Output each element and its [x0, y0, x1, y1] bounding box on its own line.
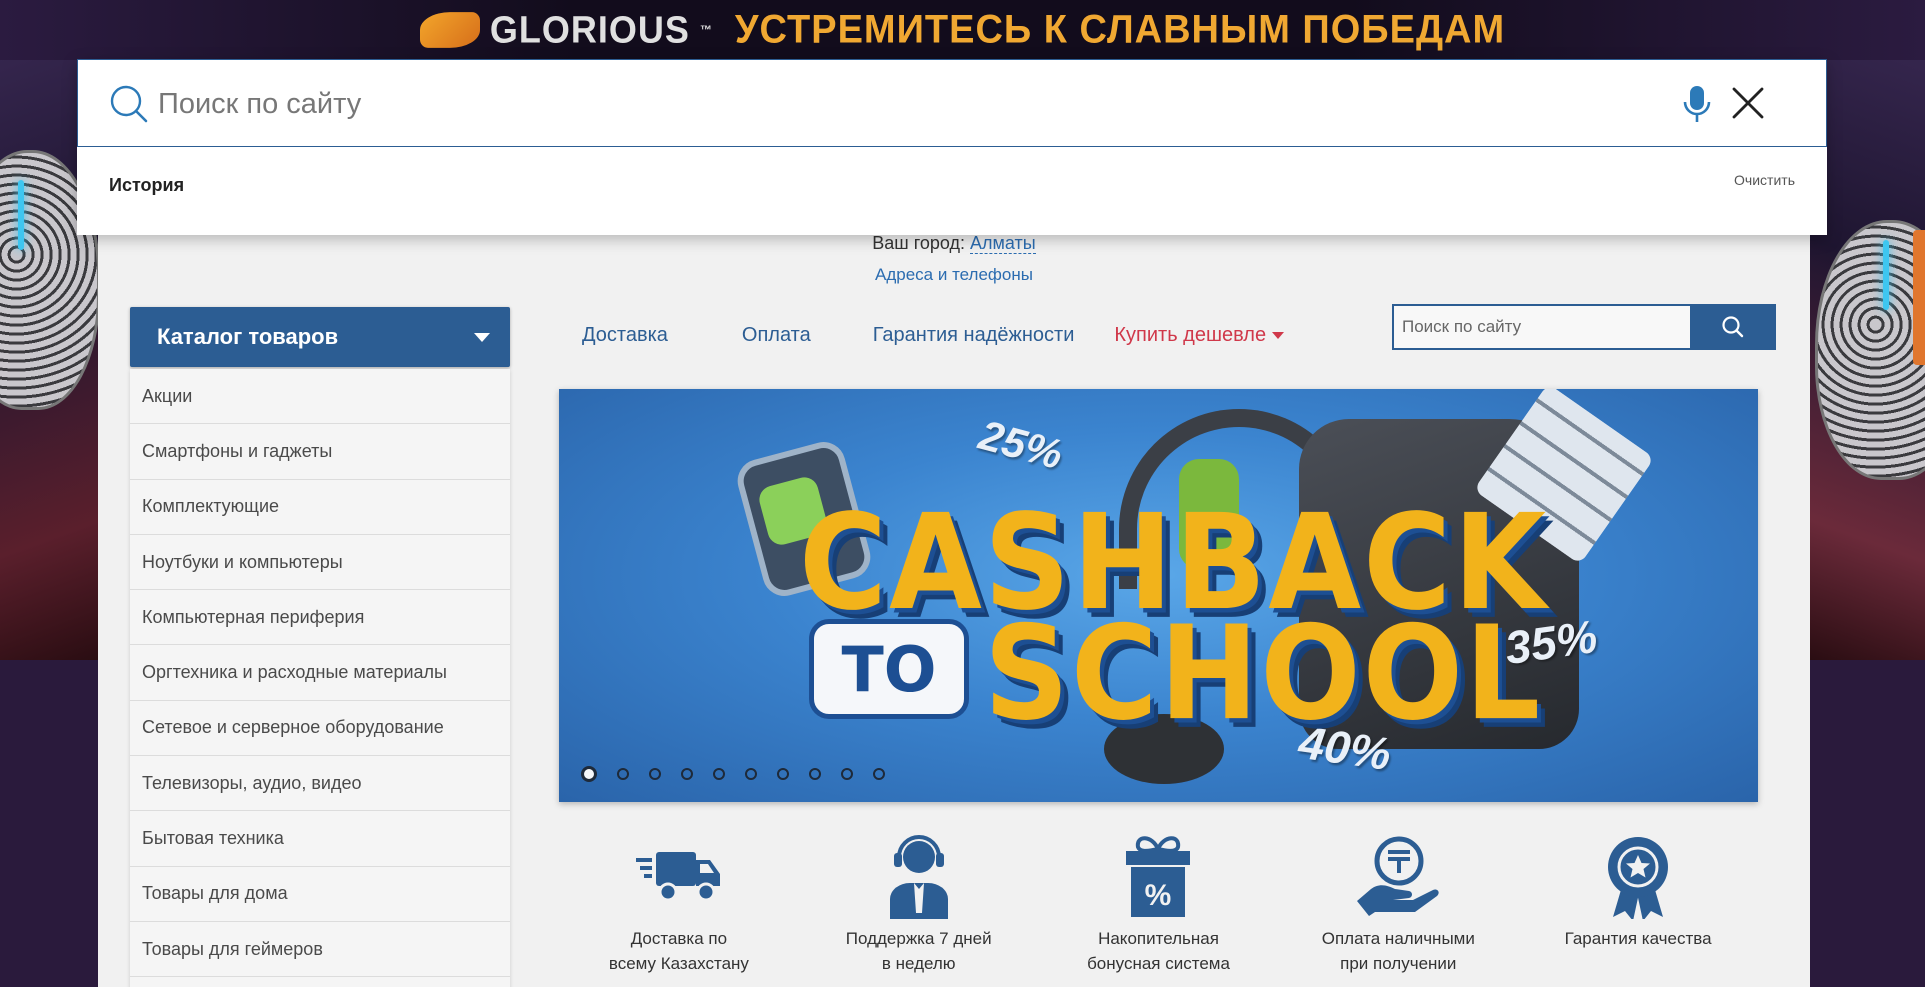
feature-label: Оплата наличными при получении [1321, 929, 1475, 973]
lion-logo-icon [419, 12, 480, 48]
feature-bonus: % Накопительная бонусная система [1039, 830, 1279, 987]
gaming-mouse-image [1815, 220, 1925, 480]
hero-slider[interactable]: 25% 35% 40% CASHBACK TO SCHOOL [559, 389, 1758, 802]
slider-dot[interactable] [873, 768, 885, 780]
catalog-item[interactable]: Товары для дома [130, 867, 510, 922]
slider-dot[interactable] [841, 768, 853, 780]
history-heading: История [109, 175, 185, 195]
addresses-link[interactable]: Адреса и телефоны [98, 265, 1810, 285]
brand-name: GLORIOUS [489, 7, 690, 51]
catalog-item[interactable]: Бытовая техника [130, 811, 510, 867]
catalog-item[interactable]: Товары для геймеров [130, 922, 510, 978]
hero-headline-to: TO [809, 619, 969, 719]
support-agent-icon [889, 835, 948, 919]
slider-dot[interactable] [649, 768, 661, 780]
catalog-item[interactable]: Оргтехника и расходные материалы [130, 645, 510, 701]
trademark: ™ [699, 22, 713, 38]
clear-history-link[interactable]: Очистить [1734, 172, 1795, 188]
search-icon [1722, 316, 1744, 338]
slider-dot[interactable] [617, 768, 629, 780]
quality-badge-icon [1608, 837, 1669, 919]
catalog-button[interactable]: Каталог товаров [130, 307, 510, 367]
header-search [1392, 304, 1776, 350]
slider-dot[interactable] [581, 766, 597, 782]
catalog-button-label: Каталог товаров [157, 324, 339, 349]
nav-buy-cheaper[interactable]: Купить дешевле [1114, 324, 1285, 347]
truck-icon [635, 852, 720, 902]
close-icon[interactable] [1731, 86, 1765, 120]
catalog-item[interactable]: Акции [130, 369, 510, 425]
feature-cash: Оплата наличными при получении [1278, 830, 1518, 987]
catalog-item[interactable]: Ноутбуки и компьютеры [130, 535, 510, 591]
side-tab[interactable] [1913, 230, 1925, 365]
feature-label: Доставка по всему Казахстану [608, 929, 749, 973]
catalog-item[interactable]: Комплектующие [130, 480, 510, 535]
header-search-input[interactable] [1392, 304, 1690, 350]
main-nav: Доставка Оплата Гарантия надёжности Купи… [582, 324, 1285, 347]
feature-quality: Гарантия качества [1518, 830, 1758, 987]
nav-payment[interactable]: Оплата [742, 324, 811, 347]
chevron-down-icon [474, 333, 490, 342]
microphone-icon[interactable] [1682, 84, 1712, 124]
slider-dot[interactable] [777, 768, 789, 780]
hero-headline-school: SCHOOL [984, 597, 1543, 749]
feature-label: Гарантия качества [1564, 929, 1712, 948]
nav-delivery[interactable]: Доставка [582, 324, 668, 347]
city-prefix: Ваш город: [872, 233, 966, 253]
slider-dot[interactable] [745, 768, 757, 780]
promo-slogan: УСТРЕМИТЕСЬ К СЛАВНЫМ ПОБЕДАМ [734, 7, 1506, 52]
slider-dot[interactable] [681, 768, 693, 780]
caret-down-icon [1272, 332, 1285, 339]
feature-delivery: Доставка по всему Казахстану [559, 830, 799, 987]
search-overlay: История Очистить [77, 59, 1827, 235]
search-bar [77, 59, 1827, 147]
promo-banner[interactable]: GLORIOUS ™ УСТРЕМИТЕСЬ К СЛАВНЫМ ПОБЕДАМ [0, 0, 1925, 60]
nav-buy-cheaper-label: Купить дешевле [1114, 324, 1267, 346]
svg-text:%: % [1145, 879, 1172, 912]
slider-dot[interactable] [809, 768, 821, 780]
feature-label: Накопительная бонусная система [1087, 929, 1230, 973]
search-icon [110, 85, 148, 123]
gift-percent-icon: % [1126, 836, 1191, 917]
brand-logo: GLORIOUS ™ [419, 7, 713, 52]
feature-support: Поддержка 7 дней в неделю [799, 830, 1039, 987]
catalog-item[interactable]: Смартфоны и гаджеты [130, 424, 510, 480]
slider-dots [581, 766, 885, 782]
search-input[interactable] [158, 80, 1658, 128]
city-selector: Ваш город: Алматы [98, 233, 1810, 254]
background-art-right [1810, 0, 1925, 660]
catalog-list: Акции Смартфоны и гаджеты Комплектующие … [130, 369, 510, 987]
cash-hand-icon [1357, 836, 1439, 916]
discount-label: 25% [974, 410, 1068, 479]
city-link[interactable]: Алматы [970, 233, 1036, 254]
nav-guarantee[interactable]: Гарантия надёжности [873, 324, 1075, 347]
header-search-button[interactable] [1690, 304, 1776, 350]
slider-dot[interactable] [713, 768, 725, 780]
features-row: Доставка по всему Казахстану Поддержка 7… [559, 830, 1758, 987]
feature-label: Поддержка 7 дней в неделю [845, 929, 992, 973]
catalog-item[interactable]: Сетевое и серверное оборудование [130, 701, 510, 757]
catalog-item[interactable]: Компьютерная периферия [130, 590, 510, 646]
catalog-item[interactable]: Телевизоры, аудио, видео [130, 756, 510, 812]
